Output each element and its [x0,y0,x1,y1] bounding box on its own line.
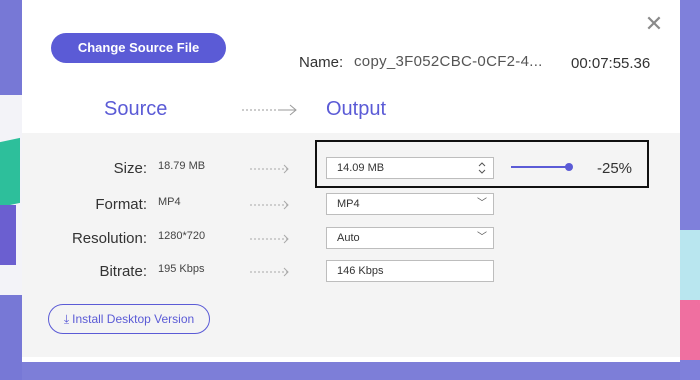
output-heading: Output [326,98,387,120]
bitrate-value: 146 Kbps [337,265,384,277]
source-size: 18.79 MB [158,160,206,172]
download-icon: ⤓ [63,312,70,326]
highlight-box [315,140,649,188]
arrow-right-icon [250,267,289,277]
arrow-right-icon [250,200,289,210]
resolution-value: Auto [337,232,360,244]
change-source-button[interactable]: Change Source File [51,33,226,63]
background-right-panel [680,230,700,300]
background-right-pink [680,300,700,360]
source-bitrate: 195 Kbps [158,263,205,275]
name-label: Name: [299,54,344,71]
source-resolution: 1280*720 [158,230,206,242]
background-card [0,137,20,208]
format-value: MP4 [337,198,360,210]
arrow-right-icon [250,234,289,244]
format-select[interactable]: MP4 ﹀ [326,193,494,215]
resolution-select[interactable]: Auto ﹀ [326,227,494,249]
close-icon[interactable]: ✕ [644,13,664,35]
bitrate-label: Bitrate: [99,263,147,280]
compress-dialog: ✕ Change Source File Name: copy_3F052CBC… [22,0,680,362]
install-desktop-button[interactable]: ⤓ Install Desktop Version [48,304,210,334]
install-label: Install Desktop Version [72,312,195,326]
source-heading: Source [104,98,168,120]
source-format: MP4 [158,196,181,208]
bitrate-field[interactable]: 146 Kbps [326,260,494,282]
arrow-right-icon [250,164,289,174]
chevron-down-icon: ﹀ [477,198,487,209]
chevron-down-icon: ﹀ [477,232,487,243]
arrow-right-icon [242,104,297,116]
size-label: Size: [113,160,147,177]
background-card-2 [0,205,16,265]
format-label: Format: [95,196,147,213]
file-name: copy_3F052CBC-0CF2-4... [354,53,543,70]
duration: 00:07:55.36 [571,55,651,72]
resolution-label: Resolution: [71,230,147,247]
